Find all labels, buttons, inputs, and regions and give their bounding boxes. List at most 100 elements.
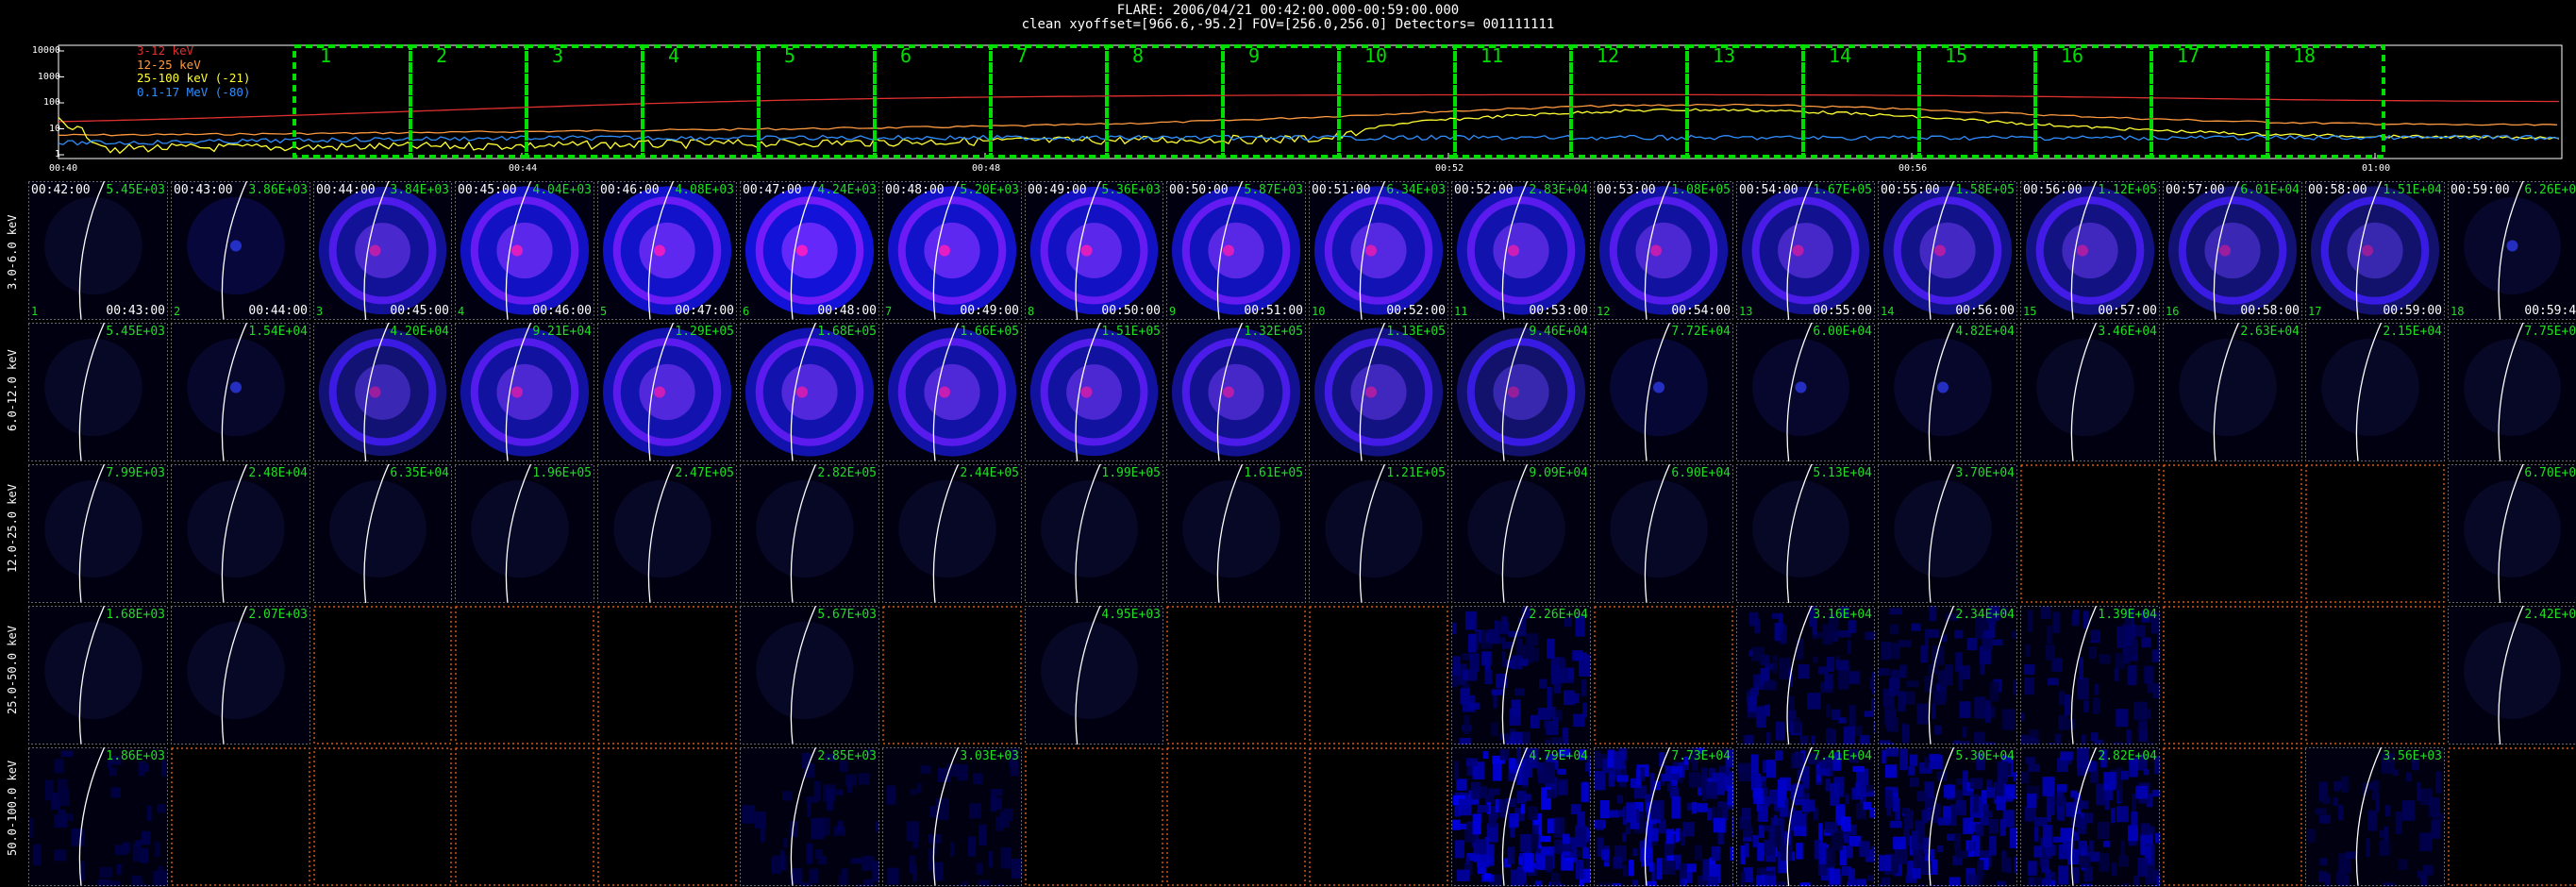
noise-blob	[158, 866, 164, 886]
noise-blob	[115, 845, 128, 855]
noise-blob	[1519, 833, 1532, 853]
noise-blob	[1878, 855, 1892, 872]
noise-blob	[1588, 838, 1591, 855]
noise-blob	[2333, 784, 2340, 792]
empty-frame	[1309, 747, 1448, 886]
cell-image	[597, 606, 737, 745]
noise-blob	[1659, 752, 1665, 767]
noise-blob	[1830, 868, 1841, 885]
cell-image	[2163, 323, 2302, 461]
noise-blob	[1525, 794, 1531, 801]
noise-blob	[1825, 778, 1832, 792]
source-peak	[369, 386, 381, 398]
peak-value: 1.68E+03	[106, 608, 165, 622]
noise-blob	[1802, 765, 1810, 789]
end-time: 00:56:00	[1955, 304, 2015, 318]
image-cell: 4.04E+03 00:45:00 00:46:00 4	[455, 181, 594, 320]
cell-image	[1025, 323, 1163, 461]
noise-blob	[134, 840, 142, 846]
peak-value: 6.26E+03	[2524, 183, 2576, 197]
noise-blob	[2060, 751, 2073, 761]
source-peak	[939, 386, 950, 398]
noise-blob	[2047, 678, 2059, 686]
noise-blob	[2143, 769, 2149, 776]
noise-blob	[2151, 789, 2160, 797]
source-peak	[1795, 381, 1807, 393]
noise-blob	[2078, 855, 2091, 868]
cell-image	[313, 323, 452, 461]
y-tick-label: 10000	[31, 45, 60, 56]
noise-blob	[976, 862, 983, 875]
end-time: 00:46:00	[532, 304, 592, 318]
source-peak	[230, 240, 242, 252]
noise-blob	[2085, 812, 2094, 824]
noise-blob	[1855, 879, 1866, 886]
noise-blob	[1906, 680, 1919, 688]
interval-box	[989, 44, 1109, 159]
noise-blob	[1462, 669, 1469, 680]
noise-blob	[1743, 827, 1753, 838]
interval-box	[2033, 44, 2153, 159]
interval-box	[2149, 44, 2269, 159]
peak-value: 9.21E+04	[532, 325, 592, 339]
noise-blob	[1864, 711, 1875, 717]
noise-blob	[2066, 802, 2075, 817]
noise-blob	[1482, 751, 1488, 760]
noise-blob	[2006, 787, 2014, 799]
noise-blob	[1581, 679, 1586, 696]
noise-blob	[1559, 844, 1573, 852]
source-core	[924, 363, 980, 421]
noise-blob	[1487, 628, 1500, 644]
image-cell: 7.73E+04	[1594, 747, 1733, 886]
source-faint	[1182, 479, 1280, 578]
noise-blob	[827, 788, 833, 811]
noise-blob	[1845, 794, 1849, 805]
cell-image	[1736, 464, 1875, 603]
noise-blob	[742, 805, 756, 824]
noise-blob	[887, 867, 899, 885]
cell-image	[1309, 606, 1448, 745]
source-core	[1778, 223, 1833, 278]
interval-number: 14	[1829, 44, 1852, 67]
peak-value: 1.51E+04	[2383, 183, 2442, 197]
cell-image	[1594, 747, 1733, 886]
noise-blob	[2057, 805, 2066, 821]
noise-blob	[1813, 656, 1818, 663]
noise-blob	[1464, 714, 1469, 734]
noise-blob	[1918, 884, 1925, 886]
noise-blob	[1484, 873, 1491, 879]
image-cell: 1.29E+05	[597, 323, 737, 461]
noise-blob	[1516, 790, 1527, 804]
noise-blob	[1004, 808, 1013, 821]
noise-blob	[979, 824, 987, 846]
empty-frame	[2305, 606, 2445, 745]
image-cell	[1594, 606, 1733, 745]
noise-blob	[2121, 770, 2129, 780]
noise-blob	[991, 797, 1002, 810]
noise-blob	[1892, 797, 1899, 812]
peak-value: 1.32E+05	[1244, 325, 1303, 339]
noise-blob	[1772, 655, 1778, 674]
noise-blob	[1000, 847, 1012, 869]
noise-blob	[1848, 705, 1856, 728]
noise-blob	[1870, 845, 1875, 855]
noise-blob	[138, 761, 145, 777]
noise-blob	[1893, 860, 1899, 873]
noise-blob	[2137, 857, 2149, 877]
source-peak	[2506, 240, 2518, 252]
peak-value: 4.82E+04	[1955, 325, 2015, 339]
noise-blob	[2024, 678, 2035, 695]
cell-image	[2448, 747, 2576, 886]
noise-blob	[1848, 671, 1860, 684]
interval-index: 18	[2451, 305, 2465, 318]
noise-blob	[1484, 670, 1493, 684]
start-time: 00:44:00	[316, 183, 376, 197]
noise-blob	[142, 830, 151, 845]
noise-blob	[1881, 642, 1891, 661]
peak-value: 6.34E+03	[1386, 183, 1446, 197]
noise-blob	[1884, 764, 1898, 778]
cell-image	[2163, 181, 2302, 320]
noise-blob	[2341, 776, 2349, 793]
peak-value: 3.84E+03	[390, 183, 449, 197]
empty-frame	[2448, 747, 2576, 886]
